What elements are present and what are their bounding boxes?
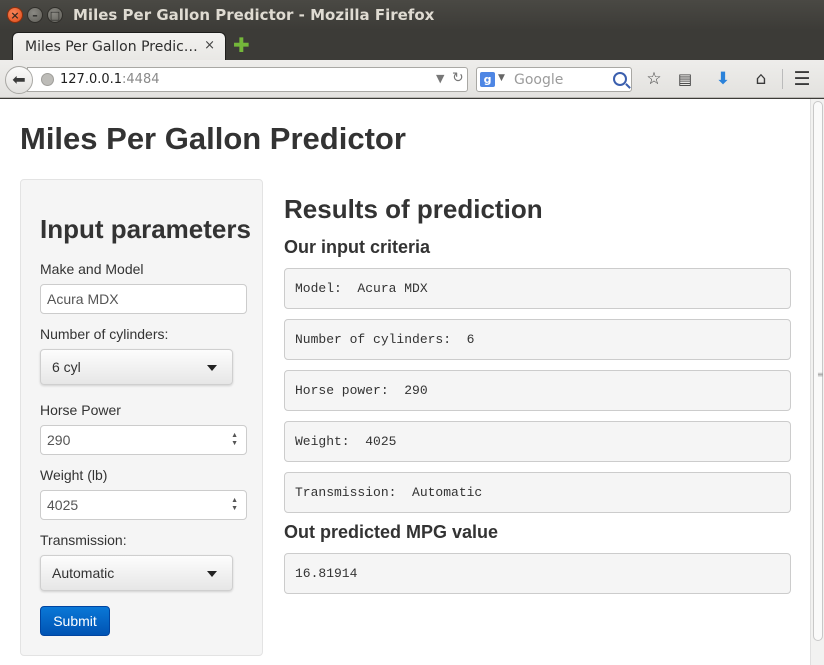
criteria-cylinders-box: Number of cylinders: 6 <box>284 319 791 360</box>
navigation-bar: 127.0.0.1:4484 ▼ ↻ ⬅ g ▼ Google ☆ ▤ ⬇ ⌂ … <box>0 60 824 98</box>
reload-icon[interactable]: ↻ <box>452 70 464 86</box>
site-identity-icon[interactable] <box>41 73 54 86</box>
window-title: Miles Per Gallon Predictor - Mozilla Fir… <box>73 6 435 24</box>
tab-close-icon[interactable]: × <box>204 38 215 53</box>
search-engine-dropdown-icon[interactable]: ▼ <box>498 73 505 83</box>
back-button[interactable]: ⬅ <box>5 66 33 94</box>
caret-down-icon <box>207 571 217 577</box>
back-arrow-icon: ⬅ <box>12 70 26 89</box>
transmission-select[interactable]: Automatic <box>40 555 233 591</box>
vertical-scrollbar[interactable]: ≡ <box>810 99 824 665</box>
weight-value: 4025 <box>47 497 79 513</box>
url-port: :4484 <box>122 72 160 87</box>
window-title-bar: × – □ Miles Per Gallon Predictor - Mozil… <box>0 0 824 30</box>
new-tab-icon[interactable]: ✚ <box>233 35 250 55</box>
make-model-input[interactable]: Acura MDX <box>40 284 247 314</box>
weight-label: Weight (lb) <box>40 467 108 483</box>
search-input[interactable]: Google <box>514 72 563 88</box>
scrollbar-thumb[interactable]: ≡ <box>813 101 824 641</box>
caret-down-icon <box>207 365 217 371</box>
transmission-label: Transmission: <box>40 532 127 548</box>
search-icon[interactable] <box>613 72 627 86</box>
cylinders-label: Number of cylinders: <box>40 326 169 342</box>
search-engine-icon[interactable]: g <box>480 72 495 87</box>
window-close-icon[interactable]: × <box>7 7 23 23</box>
criteria-horsepower-box: Horse power: 290 <box>284 370 791 411</box>
horsepower-label: Horse Power <box>40 402 121 418</box>
bookmark-star-icon[interactable]: ☆ <box>643 68 665 90</box>
criteria-model-box: Model: Acura MDX <box>284 268 791 309</box>
window-minimize-icon[interactable]: – <box>27 7 43 23</box>
prediction-heading: Out predicted MPG value <box>284 522 499 542</box>
criteria-weight-box: Weight: 4025 <box>284 421 791 462</box>
cylinders-select[interactable]: 6 cyl <box>40 349 233 385</box>
cylinders-value: 6 cyl <box>52 359 81 375</box>
hamburger-menu-icon[interactable]: ☰ <box>791 68 813 90</box>
scrollbar-grip-icon: ≡ <box>817 370 824 379</box>
input-panel-heading: Input parameters <box>40 214 251 244</box>
url-history-dropdown-icon[interactable]: ▼ <box>436 72 444 85</box>
toolbar-separator <box>782 69 783 89</box>
weight-spinner-icon[interactable]: ▲ ▼ <box>231 497 238 513</box>
window-maximize-icon[interactable]: □ <box>47 7 63 23</box>
downloads-icon[interactable]: ⬇ <box>712 68 734 90</box>
weight-input[interactable]: 4025 ▲ ▼ <box>40 490 247 520</box>
url-text[interactable]: 127.0.0.1:4484 <box>60 72 160 87</box>
prediction-value-box: 16.81914 <box>284 553 791 594</box>
bookmarks-menu-icon[interactable]: ▤ <box>674 68 696 90</box>
transmission-value: Automatic <box>52 565 115 581</box>
home-icon[interactable]: ⌂ <box>750 68 772 90</box>
criteria-transmission-box: Transmission: Automatic <box>284 472 791 513</box>
submit-button[interactable]: Submit <box>40 606 110 636</box>
criteria-heading: Our input criteria <box>284 237 431 257</box>
tab-strip: Miles Per Gallon Predic… × ✚ <box>0 30 824 60</box>
url-host: 127.0.0.1 <box>60 72 123 87</box>
horsepower-input[interactable]: 290 ▲ ▼ <box>40 425 247 455</box>
horsepower-value: 290 <box>47 432 71 448</box>
page-viewport: Miles Per Gallon Predictor Input paramet… <box>0 99 824 665</box>
make-model-label: Make and Model <box>40 261 144 277</box>
page-title: Miles Per Gallon Predictor <box>20 121 406 156</box>
horsepower-spinner-icon[interactable]: ▲ ▼ <box>231 432 238 448</box>
tab-mpg-predictor[interactable]: Miles Per Gallon Predic… × <box>12 32 226 60</box>
results-heading: Results of prediction <box>284 194 543 224</box>
url-bar[interactable]: 127.0.0.1:4484 ▼ ↻ <box>27 67 468 92</box>
tab-label: Miles Per Gallon Predic… <box>25 39 198 55</box>
search-bar[interactable]: g ▼ Google <box>476 67 632 92</box>
make-model-value: Acura MDX <box>47 291 119 307</box>
input-panel: Input parameters Make and Model Acura MD… <box>20 179 263 656</box>
